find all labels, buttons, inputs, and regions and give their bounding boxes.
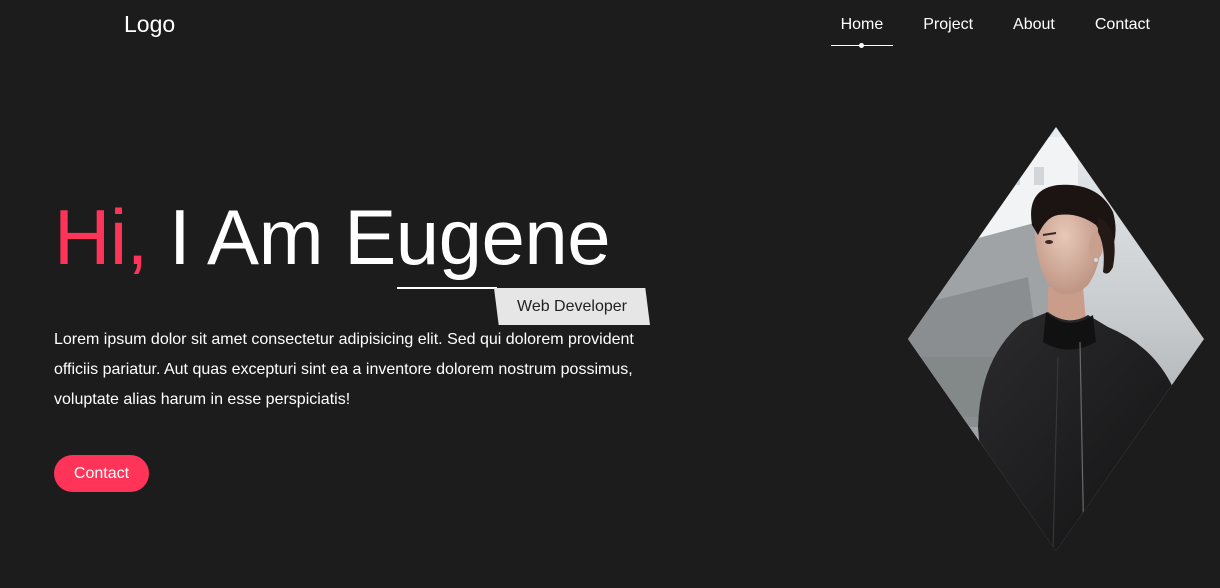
- title-underline: [397, 287, 497, 289]
- portrait-photo: [908, 127, 1204, 551]
- nav-item-label: Home: [840, 16, 884, 33]
- hero-title: Hi, I Am Eugene: [54, 198, 611, 276]
- hero-description: Lorem ipsum dolor sit amet consectetur a…: [54, 331, 634, 408]
- portrait-image: [908, 127, 1204, 551]
- role-tag-label: Web Developer: [517, 297, 627, 315]
- nav-item-contact[interactable]: Contact: [1095, 14, 1150, 46]
- logo[interactable]: Logo: [124, 11, 175, 38]
- nav-item-label: About: [1013, 16, 1055, 33]
- hero-name: I Am Eugene: [169, 193, 611, 281]
- nav-item-project[interactable]: Project: [923, 14, 973, 46]
- role-tag: Web Developer: [494, 288, 650, 325]
- nav-item-label: Project: [923, 16, 974, 33]
- nav-item-about[interactable]: About: [1013, 14, 1055, 46]
- nav-item-home[interactable]: Home: [830, 14, 893, 48]
- contact-button[interactable]: Contact: [54, 455, 149, 492]
- active-indicator-dot: [859, 43, 865, 48]
- page: Logo Home Project About Contact Hi, I Am…: [0, 0, 1220, 588]
- nav-item-label: Contact: [1094, 16, 1150, 33]
- main-nav: Home Project About Contact: [801, 14, 1150, 48]
- hero-greeting: Hi,: [54, 193, 148, 281]
